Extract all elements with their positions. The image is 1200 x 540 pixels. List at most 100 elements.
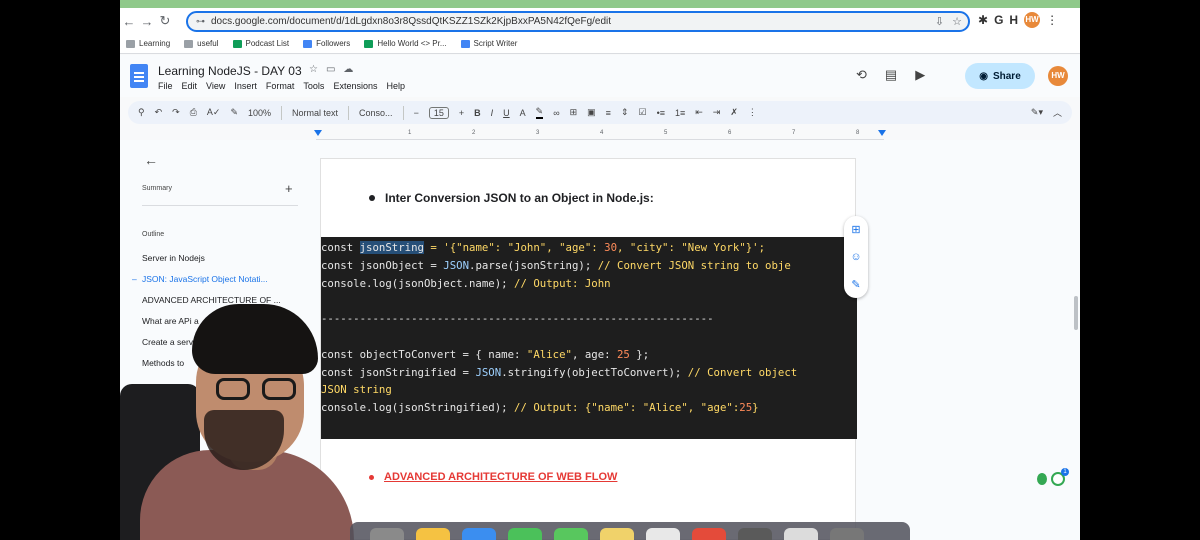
add-summary-icon[interactable]: + xyxy=(285,181,293,196)
spellcheck-icon[interactable]: A✓ xyxy=(207,107,221,118)
sheets-icon xyxy=(232,39,242,48)
suggest-edit-icon[interactable]: ✎ xyxy=(851,278,860,291)
meet-icon[interactable]: ▶ xyxy=(915,67,925,83)
underline-icon[interactable]: U xyxy=(503,108,510,118)
menu-edit[interactable]: Edit xyxy=(182,81,198,91)
bookmark-item[interactable]: useful xyxy=(184,39,219,48)
docs-logo-icon[interactable] xyxy=(130,64,148,88)
paint-format-icon[interactable]: ✎ xyxy=(230,107,238,118)
zoom-select[interactable]: 100% xyxy=(248,108,271,118)
dock-app-icon[interactable] xyxy=(784,528,818,540)
menu-view[interactable]: View xyxy=(206,81,225,91)
more-icon[interactable]: ⋮ xyxy=(748,107,757,118)
folder-icon xyxy=(184,39,194,48)
dock-app-icon[interactable] xyxy=(692,528,726,540)
bookmark-item[interactable]: Podcast List xyxy=(232,39,289,48)
left-indent-marker-icon[interactable] xyxy=(314,130,322,136)
ruler-number: 4 xyxy=(600,130,604,136)
cloud-saved-icon[interactable]: ☁ xyxy=(343,64,353,75)
move-folder-icon[interactable]: ▭ xyxy=(326,64,335,75)
star-icon[interactable]: ☆ xyxy=(309,64,318,75)
clear-formatting-icon[interactable]: ✗ xyxy=(730,107,738,118)
insert-image-icon[interactable]: ▣ xyxy=(587,107,596,118)
align-icon[interactable]: ≡ xyxy=(606,108,611,118)
increase-indent-icon[interactable]: ⇥ xyxy=(713,107,721,118)
code-block[interactable]: const jsonString = '{"name": "John", "ag… xyxy=(321,237,857,439)
link-icon[interactable]: ∞ xyxy=(553,108,559,118)
text-color-icon[interactable]: A xyxy=(520,108,526,118)
extensions-icon[interactable]: ✱ xyxy=(978,13,988,27)
increase-font-icon[interactable]: + xyxy=(459,108,464,118)
document-title[interactable]: Learning NodeJS - DAY 03 xyxy=(158,64,302,78)
account-avatar[interactable]: HW xyxy=(1048,66,1068,86)
scrollbar[interactable] xyxy=(1074,296,1078,330)
outline-item[interactable]: Server in Nodejs xyxy=(142,253,281,274)
bookmark-star-icon[interactable]: ☆ xyxy=(952,15,962,28)
menu-help[interactable]: Help xyxy=(386,81,405,91)
menu-file[interactable]: File xyxy=(158,81,173,91)
menu-extensions[interactable]: Extensions xyxy=(333,81,377,91)
back-icon[interactable]: ← xyxy=(120,14,138,29)
bookmark-item[interactable]: Script Writer xyxy=(460,39,517,48)
right-indent-marker-icon[interactable] xyxy=(878,130,886,136)
site-info-icon[interactable]: ⊶ xyxy=(196,16,205,27)
ruler[interactable]: 1 2 3 4 5 6 7 8 xyxy=(314,130,886,140)
decrease-font-icon[interactable]: − xyxy=(414,108,419,118)
checklist-icon[interactable]: ☑ xyxy=(638,107,646,118)
forward-icon[interactable]: → xyxy=(138,14,156,29)
menu-tools[interactable]: Tools xyxy=(303,81,324,91)
italic-icon[interactable]: I xyxy=(491,108,494,118)
dock-app-icon[interactable] xyxy=(600,528,634,540)
browser-menu-icon[interactable]: ⋮ xyxy=(1046,13,1058,27)
url-input[interactable]: ⊶ docs.google.com/document/d/1dLgdxn8o3r… xyxy=(186,11,970,32)
bulleted-list-icon[interactable]: •≡ xyxy=(657,108,665,118)
dock-app-icon[interactable] xyxy=(738,528,772,540)
close-outline-icon[interactable]: ← xyxy=(144,152,158,168)
share-button[interactable]: ◉ Share xyxy=(965,63,1035,89)
dock-app-icon[interactable] xyxy=(508,528,542,540)
bold-icon[interactable]: B xyxy=(474,108,481,118)
profile-avatar[interactable]: HW xyxy=(1024,12,1041,28)
install-icon[interactable]: ⇩ xyxy=(935,15,944,28)
bookmark-item[interactable]: Learning xyxy=(126,39,170,48)
font-select[interactable]: Conso... xyxy=(359,108,393,118)
highlight-icon[interactable]: ✎ xyxy=(535,106,544,119)
outline-label: Outline xyxy=(142,231,165,238)
font-size-input[interactable]: 15 xyxy=(428,106,449,119)
dock-app-icon[interactable] xyxy=(646,528,680,540)
add-comment-icon[interactable]: ⊞ xyxy=(570,107,578,118)
editing-mode-icon[interactable]: ✎▾ xyxy=(1031,107,1043,118)
bookmark-item[interactable]: Hello World <> Pr... xyxy=(364,39,447,48)
extension-h-icon[interactable]: H xyxy=(1009,13,1018,27)
version-history-icon[interactable]: ⟲ xyxy=(856,67,867,83)
menu-format[interactable]: Format xyxy=(266,81,295,91)
search-menus-icon[interactable]: ⚲ xyxy=(138,107,145,118)
dock-app-icon[interactable] xyxy=(370,528,404,540)
grammarly-badge-icon[interactable] xyxy=(1051,468,1069,486)
dock-app-icon[interactable] xyxy=(830,528,864,540)
menu-insert[interactable]: Insert xyxy=(234,81,257,91)
redo-icon[interactable]: ↷ xyxy=(172,107,180,118)
grammarly-icon[interactable]: G xyxy=(994,13,1003,27)
undo-icon[interactable]: ↶ xyxy=(155,107,163,118)
bookmark-item[interactable]: Followers xyxy=(303,39,350,48)
line-spacing-icon[interactable]: ⇕ xyxy=(621,107,629,118)
style-select[interactable]: Normal text xyxy=(292,108,338,118)
comments-icon[interactable]: ▤ xyxy=(885,67,897,83)
next-section-heading[interactable]: ADVANCED ARCHITECTURE OF WEB FLOW xyxy=(369,471,617,483)
collapse-toolbar-icon[interactable]: ︿ xyxy=(1053,106,1062,119)
dock-app-icon[interactable] xyxy=(462,528,496,540)
dock-app-icon[interactable] xyxy=(554,528,588,540)
reload-icon[interactable]: ↻ xyxy=(156,13,174,29)
add-comment-icon[interactable]: ⊞ xyxy=(851,223,860,236)
url-text: docs.google.com/document/d/1dLgdxn8o3r8Q… xyxy=(211,16,612,27)
emoji-reaction-icon[interactable]: ☺ xyxy=(850,251,861,263)
outline-item-active[interactable]: JSON: JavaScript Object Notati... xyxy=(142,274,281,295)
decrease-indent-icon[interactable]: ⇤ xyxy=(695,107,703,118)
print-icon[interactable]: ⎙ xyxy=(190,107,197,118)
document-page[interactable]: Inter Conversion JSON to an Object in No… xyxy=(320,158,857,540)
numbered-list-icon[interactable]: 1≡ xyxy=(675,108,685,118)
divider xyxy=(348,105,350,120)
location-pin-icon[interactable] xyxy=(1037,473,1047,485)
dock-app-icon[interactable] xyxy=(416,528,450,540)
